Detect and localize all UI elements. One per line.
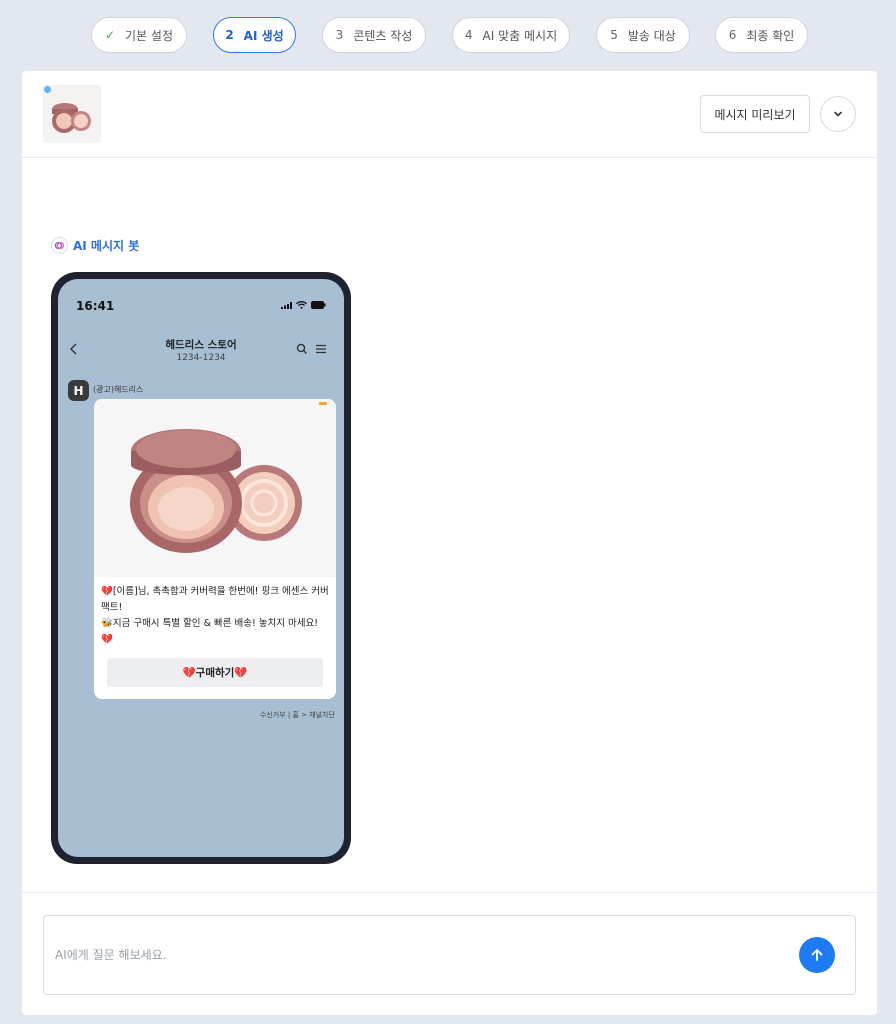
step-label: 최종 확인 [746,28,795,43]
message-preview-button[interactable]: 메시지 미리보기 [700,95,810,133]
step-basic-settings[interactable]: ✓ 기본 설정 [91,17,187,53]
ai-bot-icon [51,237,68,254]
sender-name: (광고)헤드리스 [93,385,144,394]
step-number: 6 [728,28,737,42]
step-content-writing[interactable]: 3 콘텐츠 작성 [322,17,426,53]
step-final-check[interactable]: 6 최종 확인 [715,17,808,53]
cushion-compact-thumbnail-icon [52,103,91,133]
step-navigation: ✓ 기본 설정 2 AI 생성 3 콘텐츠 작성 4 AI 맞춤 메시지 5 발… [0,17,896,53]
cushion-compact-image [130,429,302,553]
status-icons [281,301,326,309]
ai-bot-label: AI 메시지 봇 [51,237,139,254]
ai-bot-name: AI 메시지 봇 [73,239,140,253]
step-number: 4 [464,28,473,42]
step-number: 5 [610,28,618,42]
send-button[interactable] [799,937,835,973]
phone-preview: 16:41 헤드리스 스토어 1234-1234 H (광고)헤드리스 💔[이름… [51,272,351,864]
menu-icon[interactable] [314,342,328,356]
step-label: AI 생성 [243,28,284,43]
message-line: 💔[이름]님, 촉촉함과 커버력을 한번에! 핑크 에센스 커버 팩트! [101,586,329,613]
step-recipients[interactable]: 5 발송 대상 [596,17,690,53]
step-label: AI 맞춤 메시지 [482,28,558,43]
ad-tag [319,402,327,405]
main-card: 메시지 미리보기 AI 메시지 봇 16:41 헤드리스 스토어 1234-12… [22,71,877,1015]
product-thumbnail[interactable] [43,85,101,143]
collapse-button[interactable] [820,96,856,132]
status-time: 16:41 [76,299,115,313]
status-dot [44,86,51,93]
opt-out-text[interactable]: 수신거부 | 홈 > 채널차단 [260,710,335,720]
sender-avatar: H [68,380,89,401]
step-ai-custom-message[interactable]: 4 AI 맞춤 메시지 [452,17,570,53]
ask-ai-box [43,915,856,995]
step-ai-generation[interactable]: 2 AI 생성 [213,17,296,53]
card-header: 메시지 미리보기 [22,71,877,158]
battery-icon [311,301,326,309]
ask-ai-footer [22,892,877,1015]
ask-ai-input[interactable] [55,945,755,965]
step-label: 콘텐츠 작성 [353,28,413,43]
signal-icon [281,301,292,309]
wifi-icon [296,301,307,309]
step-number: 2 [225,28,234,42]
search-icon[interactable] [295,342,309,356]
step-label: 기본 설정 [125,28,174,43]
message-line: 🐝지금 구매시 특별 할인 & 빠른 배송! 놓치지 마세요! 💔 [101,618,319,645]
chevron-down-icon [834,111,842,117]
check-icon: ✓ [104,28,116,42]
step-label: 발송 대상 [627,28,676,43]
buy-button[interactable]: 💔구매하기💔 [107,658,323,687]
step-number: 3 [335,28,344,42]
message-text: 💔[이름]님, 촉촉함과 커버력을 한번에! 핑크 에센스 커버 팩트! 🐝지금… [101,584,331,648]
product-image [94,399,336,577]
phone-screen: 16:41 헤드리스 스토어 1234-1234 H (광고)헤드리스 💔[이름… [58,279,344,857]
arrow-up-icon [811,949,823,961]
message-bubble: 💔[이름]님, 촉촉함과 커버력을 한번에! 핑크 에센스 커버 팩트! 🐝지금… [94,399,336,699]
